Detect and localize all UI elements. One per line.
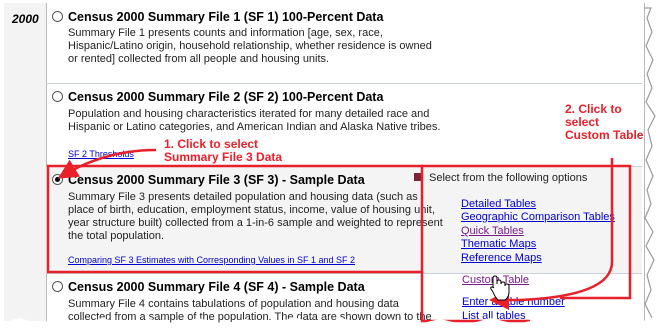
step1-annotation-line: Summary File 3 Data: [164, 150, 283, 164]
torn-edge-right: [644, 0, 659, 329]
step2-annotation: 2. Click to select Custom Table: [565, 103, 643, 142]
step2-annotation-line: Custom Table: [565, 128, 644, 142]
step1-annotation: 1. Click to select Summary File 3 Data: [164, 138, 282, 164]
options-highlight-box: [422, 164, 632, 300]
torn-edge-bottom: [0, 317, 659, 329]
sf3-highlight-box: [46, 164, 424, 274]
step2-arrow: [489, 158, 614, 310]
options-highlight-box-lower: [420, 272, 530, 323]
hand-cursor-icon: [490, 275, 510, 301]
step1-arrow: [57, 148, 157, 179]
annotation-overlay: [0, 0, 659, 329]
screenshot-frame: 2000 Census 2000 Summary File 1 (SF 1) 1…: [0, 0, 659, 329]
